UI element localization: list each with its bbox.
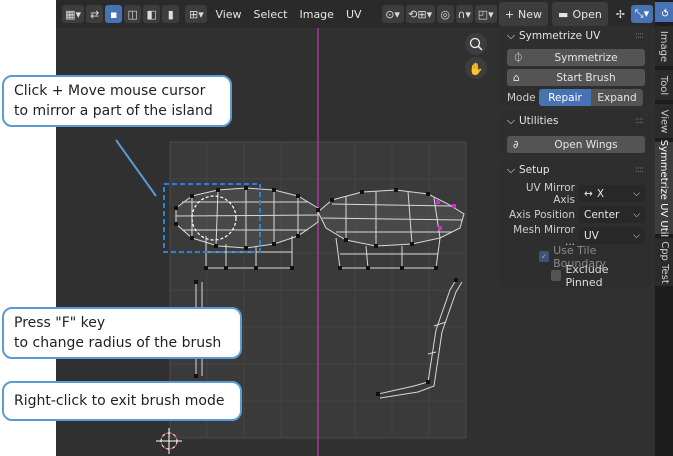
chevron-down-icon: ⌵	[507, 29, 515, 42]
open-wings-row: ∂ Open Wings	[507, 136, 645, 153]
symmetrize-button[interactable]: ⏀ Symmetrize	[507, 49, 645, 66]
open-image-button[interactable]: ▬ Open	[552, 2, 608, 26]
falloff-icon[interactable]: ∩▾	[455, 5, 473, 23]
panel-utilities: ⌵ Utilities :::: ∂ Open Wings	[499, 111, 651, 155]
chevron-down-icon: ⌵	[633, 188, 640, 199]
uv-mirror-axis-label: UV Mirror Axis	[525, 181, 575, 206]
svg-text:✋: ✋	[469, 62, 484, 76]
panel-setup-header[interactable]: ⌵ Setup ::::	[499, 160, 651, 180]
zoom-gizmo[interactable]	[465, 33, 487, 55]
arrows-horizontal-icon: ↔	[584, 187, 593, 200]
mode-row: Mode Repair Expand	[507, 89, 645, 106]
start-brush-row: ⌂ Start Brush	[507, 69, 645, 86]
uv-mirror-axis-select[interactable]: ↔ X ⌵	[579, 185, 645, 202]
pivot-point-icon[interactable]: ⊙▾	[381, 5, 404, 23]
use-tile-boundary-checkbox[interactable]: ✓	[539, 251, 550, 262]
panel-symmetrize-uv: ⌵ Symmetrize UV :::: ⏀ Symmetrize ⌂ Star…	[499, 26, 651, 106]
vertex-select-icon[interactable]: ▪	[105, 5, 123, 23]
chevron-down-icon: ⌵	[633, 209, 640, 220]
mode-expand-option[interactable]: Expand	[591, 89, 643, 106]
exclude-pinned-row: Exclude Pinned	[507, 263, 645, 289]
panel-setup: ⌵ Setup :::: UV Mirror Axis ↔ X ⌵ Axis P…	[499, 160, 651, 289]
exclude-pinned-label: Exclude Pinned	[565, 262, 609, 289]
panel-utilities-header[interactable]: ⌵ Utilities ::::	[499, 111, 651, 131]
tab-cpp-test[interactable]: Cpp Test	[655, 238, 673, 286]
mesh-mirror-row: Mesh Mirror ... UV ⌵	[507, 224, 645, 248]
callout-pointer	[115, 139, 157, 197]
symmetrize-icon: ⏀	[513, 52, 524, 64]
island-select-icon[interactable]: ▮	[162, 5, 180, 23]
tab-symmetrize-uv-util[interactable]: Symmetrize UV Util	[655, 139, 673, 237]
callout-mirror-instructions: Click + Move mouse cursor to mirror a pa…	[2, 75, 232, 127]
menu-image[interactable]: Image	[293, 8, 339, 21]
tab-tool[interactable]: Tool	[655, 70, 673, 100]
sidebar-tabs: ⟲ Image Tool View Symmetrize UV Util Cpp…	[655, 0, 673, 456]
mesh-mirror-select[interactable]: UV ⌵	[579, 227, 645, 244]
new-image-button[interactable]: + New	[498, 2, 549, 26]
callout-exit-instructions: Right-click to exit brush mode	[2, 381, 242, 421]
mode-repair-option[interactable]: Repair	[539, 89, 591, 106]
wings-icon: ∂	[513, 138, 519, 151]
menu-uv[interactable]: UV	[340, 8, 368, 21]
overlay-icon[interactable]: ◰▾	[474, 5, 497, 23]
callout-radius-instructions: Press "F" key to change radius of the br…	[2, 307, 242, 359]
axis-position-row: Axis Position Center ⌵	[507, 206, 645, 223]
pin-icon[interactable]: ✢	[612, 5, 629, 23]
pan-gizmo[interactable]: ✋	[465, 57, 487, 79]
axis-position-label: Axis Position	[508, 208, 575, 221]
edge-select-icon[interactable]: ◫	[124, 5, 142, 23]
tab-view[interactable]: View	[655, 104, 673, 138]
menu-view[interactable]: View	[209, 8, 247, 21]
axis-position-select[interactable]: Center ⌵	[579, 206, 645, 223]
panel-symmetrize-header[interactable]: ⌵ Symmetrize UV ::::	[499, 26, 651, 46]
symmetrize-row: ⏀ Symmetrize	[507, 49, 645, 66]
sync-selection-icon[interactable]: ⇄	[86, 5, 104, 23]
start-brush-button[interactable]: ⌂ Start Brush	[507, 69, 645, 86]
uv-editor-header: ▦▾ ⇄ ▪ ◫ ◧ ▮ ⊞▾ View Select Image UV ⊙▾ …	[56, 0, 655, 28]
uv-mirror-axis-row: UV Mirror Axis ↔ X ⌵	[507, 182, 645, 206]
chevron-down-icon: ⌵	[633, 230, 640, 241]
tab-image[interactable]: Image	[655, 26, 673, 66]
proportional-edit-icon[interactable]: ◎	[436, 5, 454, 23]
editor-type-icon[interactable]: ▦▾	[62, 5, 85, 23]
image-mode-icon[interactable]: ⤡▾	[630, 5, 653, 23]
grip-icon[interactable]: ::::	[635, 31, 644, 41]
chevron-down-icon: ⌵	[507, 114, 515, 127]
grip-icon[interactable]: ::::	[635, 165, 644, 175]
mode-label: Mode	[507, 91, 536, 104]
face-select-icon[interactable]: ◧	[143, 5, 161, 23]
folder-icon: ▬	[558, 7, 569, 21]
sidebar-toggle-icon[interactable]: ⟲	[655, 2, 673, 22]
exclude-pinned-checkbox[interactable]	[551, 270, 562, 281]
menu-select[interactable]: Select	[248, 8, 294, 21]
sticky-select-icon[interactable]: ⊞▾	[185, 5, 208, 23]
grip-icon[interactable]: ::::	[635, 116, 644, 126]
open-wings-button[interactable]: ∂ Open Wings	[507, 136, 645, 153]
sidebar-panel: ⌵ Symmetrize UV :::: ⏀ Symmetrize ⌂ Star…	[499, 26, 651, 289]
snap-icon[interactable]: ⟲⊞▾	[405, 5, 435, 23]
chevron-down-icon: ⌵	[507, 163, 515, 176]
plus-icon: +	[504, 7, 515, 21]
brush-icon: ⌂	[513, 71, 520, 84]
